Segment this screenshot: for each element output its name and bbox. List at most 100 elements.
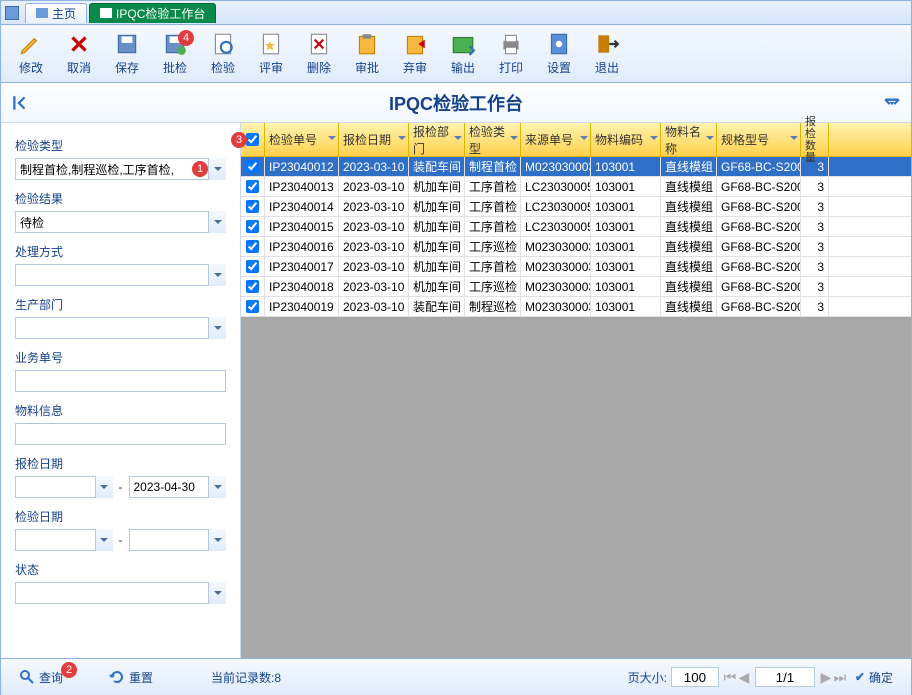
col-src[interactable]: 来源单号 [521,123,591,156]
batch-label: 批检 [163,59,187,76]
export-button[interactable]: 输出 [439,27,487,81]
col-mat[interactable]: 物料编码 [591,123,661,156]
cell-name: 直线模组 [661,177,717,196]
col-type[interactable]: 检验类型 [465,123,521,156]
confirm-button[interactable]: ✔ 确定 [847,666,901,689]
settings-button[interactable]: 设置 [535,27,583,81]
cell-qty: 3 [801,237,829,256]
inspect-button[interactable]: 检验 [199,27,247,81]
table-row[interactable]: IP230400142023-03-10机加车间工序首检LC2303000510… [241,197,911,217]
field-handle-method: 处理方式 [15,243,226,286]
label-status: 状态 [15,561,226,578]
col-dept[interactable]: 报检部门 [409,123,465,156]
row-checkbox[interactable] [241,157,265,176]
edit-button[interactable]: 修改 [7,27,55,81]
cell-type: 工序巡检 [465,277,521,296]
col-qty[interactable]: 报检数量 [801,123,829,156]
next-page-icon[interactable]: ▶ [819,670,833,684]
cell-mat: 103001 [591,157,661,176]
label-inspect-result: 检验结果 [15,190,226,207]
exit-icon [594,31,620,57]
table-row[interactable]: IP230400162023-03-10机加车间工序巡检M02303000310… [241,237,911,257]
row-checkbox[interactable] [241,237,265,256]
footer-bar: 查询 2 重置 当前记录数:8 页大小: ⏮ ◀ ▶ ⏭ ✔ 确定 [1,658,911,695]
approve-button[interactable]: 审批 [343,27,391,81]
dropdown-report-date-to[interactable] [208,476,226,498]
cell-id: IP23040017 [265,257,339,276]
discard-button[interactable]: 弃审 [391,27,439,81]
field-inspect-result: 检验结果 [15,190,226,233]
first-page-icon[interactable]: ⏮ [723,670,737,684]
col-name[interactable]: 物料名称 [661,123,717,156]
dropdown-report-date-from[interactable] [95,476,113,498]
review-button[interactable]: 评审 [247,27,295,81]
cell-spec: GF68-BC-S200 [717,177,801,196]
col-id[interactable]: 检验单号 [265,123,339,156]
reset-button[interactable]: 重置 [101,666,161,689]
table-row[interactable]: IP230400182023-03-10机加车间工序巡检M02303000310… [241,277,911,297]
dropdown-handle-method[interactable] [208,264,226,286]
table-row[interactable]: IP230400152023-03-10机加车间工序首检LC2303000510… [241,217,911,237]
label-material-info: 物料信息 [15,402,226,419]
input-handle-method[interactable] [15,264,226,286]
row-checkbox[interactable] [241,257,265,276]
page-size-input[interactable] [671,667,719,687]
print-label: 打印 [499,59,523,76]
collapse-right-icon[interactable] [883,94,901,112]
input-status[interactable] [15,582,226,604]
row-checkbox[interactable] [241,277,265,296]
col-date[interactable]: 报检日期 [339,123,409,156]
query-button[interactable]: 查询 2 [11,666,71,689]
cell-dept: 机加车间 [409,277,465,296]
table-row[interactable]: IP230400172023-03-10机加车间工序首检M02303000310… [241,257,911,277]
dropdown-inspect-date-to[interactable] [208,529,226,551]
input-material-info[interactable] [15,423,226,445]
cell-name: 直线模组 [661,257,717,276]
cancel-button[interactable]: 取消 [55,27,103,81]
row-checkbox[interactable] [241,177,265,196]
dropdown-inspect-type[interactable] [208,158,226,180]
delete-button[interactable]: 删除 [295,27,343,81]
grid-body[interactable]: IP230400122023-03-10装配车间制程首检M02303000310… [241,157,911,658]
input-prod-dept[interactable] [15,317,226,339]
collapse-left-icon[interactable] [11,94,29,112]
cell-id: IP23040018 [265,277,339,296]
badge: 4 [178,30,194,46]
tab-home[interactable]: 主页 [25,3,87,23]
dropdown-inspect-result[interactable] [208,211,226,233]
last-page-icon[interactable]: ⏭ [833,670,847,684]
page-display[interactable] [755,667,815,687]
cell-date: 2023-03-10 [339,257,409,276]
cell-type: 工序首检 [465,257,521,276]
cell-name: 直线模组 [661,197,717,216]
title-bar: IPQC检验工作台 [1,83,911,123]
cell-mat: 103001 [591,177,661,196]
table-row[interactable]: IP230400132023-03-10机加车间工序首检LC2303000510… [241,177,911,197]
row-checkbox[interactable] [241,197,265,216]
print-button[interactable]: 打印 [487,27,535,81]
row-checkbox[interactable] [241,217,265,236]
row-checkbox[interactable] [241,297,265,316]
dropdown-inspect-date-from[interactable] [95,529,113,551]
approve-icon [354,31,380,57]
exit-button[interactable]: 退出 [583,27,631,81]
dropdown-status[interactable] [208,582,226,604]
dropdown-prod-dept[interactable] [208,317,226,339]
cell-spec: GF68-BC-S200 [717,157,801,176]
col-spec[interactable]: 规格型号 [717,123,801,156]
table-row[interactable]: IP230400192023-03-10装配车间制程巡检M02303000310… [241,297,911,317]
print-icon [498,31,524,57]
tab-home-label: 主页 [52,5,76,22]
save-button[interactable]: 保存 [103,27,151,81]
cell-type: 制程巡检 [465,297,521,316]
cell-src: M023030003 [521,277,591,296]
cell-mat: 103001 [591,277,661,296]
input-biz-no[interactable] [15,370,226,392]
tab-ipqc[interactable]: IPQC检验工作台 [89,3,216,23]
checkbox-all[interactable] [246,133,259,146]
prev-page-icon[interactable]: ◀ [737,670,751,684]
col-check[interactable]: 3 [241,123,265,156]
batch-button[interactable]: 批检 4 [151,27,199,81]
input-inspect-result[interactable] [15,211,226,233]
confirm-label: 确定 [869,669,893,686]
